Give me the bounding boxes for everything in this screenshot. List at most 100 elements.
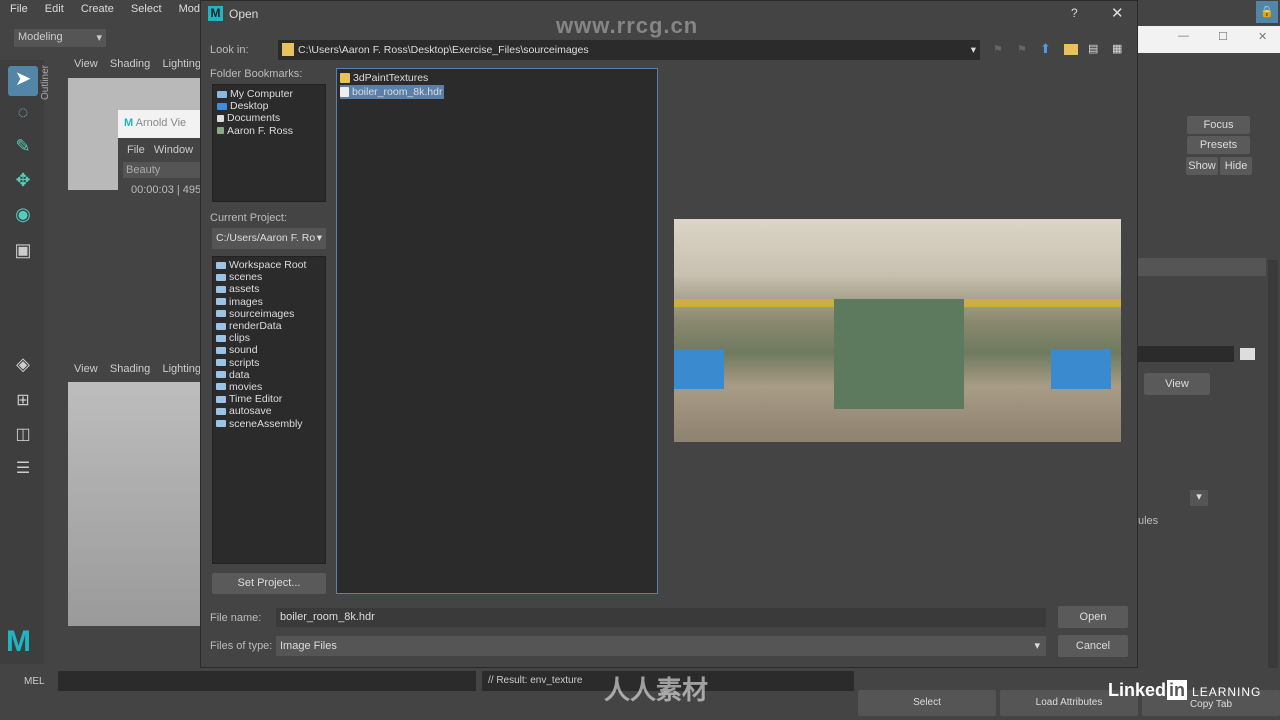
list-item[interactable]: 3dPaintTextures xyxy=(340,71,654,85)
lock-icon[interactable]: 🔒 xyxy=(1256,1,1278,23)
project-folder-item[interactable]: Workspace Root xyxy=(216,259,322,271)
focus-button[interactable]: Focus xyxy=(1187,116,1250,134)
help-icon[interactable]: ? xyxy=(1071,6,1078,20)
folder-icon xyxy=(216,395,226,403)
folder-icon[interactable] xyxy=(1240,348,1255,360)
select-button[interactable]: Select xyxy=(858,690,996,716)
project-folder-item[interactable]: scripts xyxy=(216,357,322,369)
menu-select[interactable]: Select xyxy=(131,3,162,15)
section-header xyxy=(1138,258,1266,276)
dialog-title: Open xyxy=(229,7,259,21)
list-item-selected[interactable]: boiler_room_8k.hdr xyxy=(340,85,444,99)
list-view-icon[interactable]: ▤ xyxy=(1088,42,1098,55)
presets-button[interactable]: Presets xyxy=(1187,136,1250,154)
minimize-icon[interactable]: — xyxy=(1178,30,1189,42)
texture-path-field[interactable] xyxy=(1138,346,1234,362)
toolbox: ➤ ◌ ✎ ✥ ◉ ▣ ◈ ⊞ ◫ ☰ M xyxy=(0,60,44,664)
scrollbar[interactable] xyxy=(1268,260,1278,670)
lasso-tool-icon[interactable]: ◌ xyxy=(8,102,38,132)
arnold-menu-file[interactable]: File xyxy=(127,144,145,156)
project-folder-item[interactable]: assets xyxy=(216,283,322,295)
viewport-lighting-menu[interactable]: Lighting xyxy=(163,363,202,375)
rules-label: ules xyxy=(1138,515,1159,527)
viewport-view-menu[interactable]: View xyxy=(74,58,98,70)
menu-file[interactable]: File xyxy=(10,3,28,15)
desktop-icon xyxy=(217,102,227,110)
view-button[interactable]: View xyxy=(1144,373,1210,395)
project-folder-item[interactable]: sound xyxy=(216,344,322,356)
outliner-tab[interactable]: Outliner xyxy=(40,65,51,100)
open-dialog: M Open ? ✕ Look in: C:\Users\Aaron F. Ro… xyxy=(200,0,1138,668)
project-folder-item[interactable]: renderData xyxy=(216,320,322,332)
dropdown-arrow[interactable]: ▾ xyxy=(1190,490,1208,506)
new-folder-icon[interactable] xyxy=(1064,44,1078,55)
four-view-icon[interactable]: ⊞ xyxy=(8,390,38,420)
move-tool-icon[interactable]: ✥ xyxy=(8,170,38,200)
close-icon[interactable]: ✕ xyxy=(1111,4,1124,22)
viewport-bottom[interactable] xyxy=(68,382,200,626)
project-folder-item[interactable]: data xyxy=(216,369,322,381)
project-folder-item[interactable]: scenes xyxy=(216,271,322,283)
command-line: MEL // Result: env_texture Select Load A… xyxy=(0,668,1280,720)
chevron-down-icon: ▾ xyxy=(970,44,976,56)
viewport-lighting-menu[interactable]: Lighting xyxy=(163,58,202,70)
computer-icon xyxy=(217,90,227,98)
arnold-menu-window[interactable]: Window xyxy=(154,144,193,156)
rotate-tool-icon[interactable]: ◉ xyxy=(8,204,38,234)
two-view-icon[interactable]: ◫ xyxy=(8,424,38,454)
hide-button[interactable]: Hide xyxy=(1220,157,1252,175)
document-icon xyxy=(217,114,224,122)
viewport-shading-menu[interactable]: Shading xyxy=(110,58,150,70)
bookmarks-label: Folder Bookmarks: xyxy=(210,68,303,80)
cancel-button[interactable]: Cancel xyxy=(1058,635,1128,657)
chevron-down-icon: ▾ xyxy=(314,228,322,248)
outliner-icon[interactable]: ☰ xyxy=(8,458,38,488)
layout-icon[interactable]: ◈ xyxy=(8,354,38,384)
mode-label: Modeling xyxy=(18,31,63,43)
folder-icon xyxy=(216,310,226,318)
bookmark-desktop[interactable]: Desktop xyxy=(217,100,321,112)
project-folder-item[interactable]: sourceimages xyxy=(216,308,322,320)
select-tool-icon[interactable]: ➤ xyxy=(8,66,38,96)
up-folder-icon[interactable]: ⬆ xyxy=(1040,41,1051,57)
aov-dropdown[interactable]: Beauty xyxy=(123,162,200,178)
project-folder-item[interactable]: sceneAssembly xyxy=(216,417,322,430)
project-folder-item[interactable]: autosave xyxy=(216,405,322,417)
paint-tool-icon[interactable]: ✎ xyxy=(8,136,38,166)
file-name-input[interactable]: boiler_room_8k.hdr xyxy=(276,608,1046,627)
maximize-icon[interactable]: ☐ xyxy=(1218,30,1228,43)
bookmark-user[interactable]: Aaron F. Ross xyxy=(217,125,321,137)
viewport-shading-menu[interactable]: Shading xyxy=(110,363,150,375)
project-dropdown[interactable]: C:/Users/Aaron F. Ro ▾ xyxy=(212,228,326,249)
forward-icon[interactable]: ⚑ xyxy=(1017,43,1027,56)
watermark-brand: 人人素材 xyxy=(604,675,709,705)
look-in-label: Look in: xyxy=(210,44,249,56)
set-project-button[interactable]: Set Project... xyxy=(212,573,326,594)
project-folder-item[interactable]: Time Editor xyxy=(216,393,322,405)
project-folder-item[interactable]: images xyxy=(216,296,322,308)
menu-create[interactable]: Create xyxy=(81,3,114,15)
arnold-titlebar: M Arnold Vie xyxy=(118,110,200,138)
detail-view-icon[interactable]: ▦ xyxy=(1112,42,1122,55)
back-icon[interactable]: ⚑ xyxy=(993,43,1003,56)
folder-icon xyxy=(216,371,226,379)
mel-input[interactable] xyxy=(58,671,476,691)
maya-logo-icon: M xyxy=(6,625,31,658)
close-icon[interactable]: ✕ xyxy=(1258,30,1267,43)
project-folder-item[interactable]: clips xyxy=(216,332,322,344)
mode-dropdown[interactable]: Modeling ▾ xyxy=(14,29,106,47)
open-button[interactable]: Open xyxy=(1058,606,1128,628)
viewport-view-menu[interactable]: View xyxy=(74,363,98,375)
file-type-dropdown[interactable]: Image Files ▾ xyxy=(276,636,1046,656)
menu-edit[interactable]: Edit xyxy=(45,3,64,15)
show-button[interactable]: Show xyxy=(1186,157,1218,175)
folder-icon xyxy=(282,43,294,56)
scale-tool-icon[interactable]: ▣ xyxy=(8,240,38,270)
bookmark-my-computer[interactable]: My Computer xyxy=(217,88,321,100)
bookmark-documents[interactable]: Documents xyxy=(217,112,321,124)
mel-label[interactable]: MEL xyxy=(24,676,45,687)
look-in-dropdown[interactable]: C:\Users\Aaron F. Ross\Desktop\Exercise_… xyxy=(278,40,980,60)
linkedin-learning-logo: Linked in LEARNING xyxy=(1108,680,1262,700)
folder-icon xyxy=(216,420,226,428)
project-folder-item[interactable]: movies xyxy=(216,381,322,393)
